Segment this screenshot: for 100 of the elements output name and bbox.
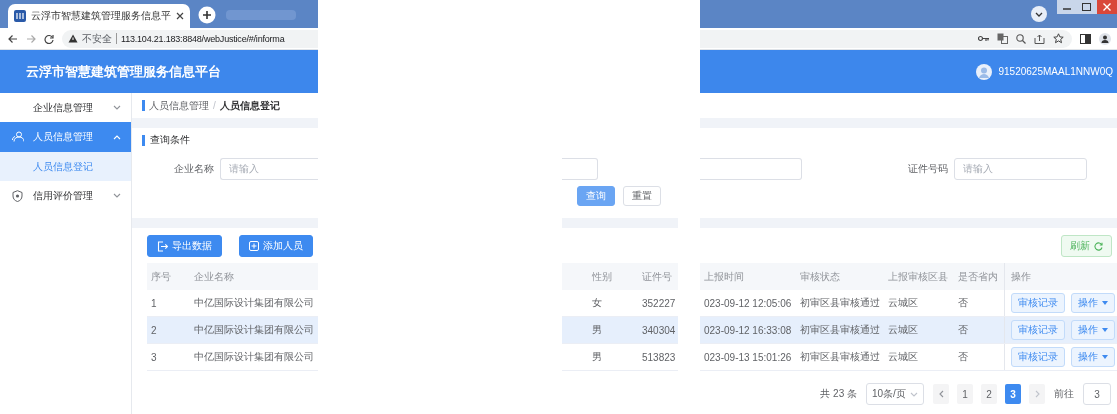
sidebar-item[interactable]: 企业信息管理 bbox=[0, 93, 131, 122]
zoom-icon[interactable] bbox=[1016, 33, 1026, 44]
table-cell-text: 初审区县审核通过 bbox=[799, 350, 881, 364]
audit-record-button[interactable]: 审核记录 bbox=[1011, 320, 1065, 340]
operation-menu-button[interactable]: 操作 bbox=[1071, 320, 1115, 340]
table-cell-text: 023-09-12 16:33:08 bbox=[703, 323, 793, 338]
chevron-down-icon bbox=[113, 105, 121, 110]
audit-record-button[interactable]: 审核记录 bbox=[1011, 293, 1065, 313]
table-cell-text: 中亿国际设计集团有限公司 bbox=[193, 296, 315, 310]
translate-icon[interactable] bbox=[997, 33, 1008, 44]
id-number-input[interactable]: 请输入 bbox=[954, 157, 1087, 180]
shield-icon bbox=[12, 189, 23, 202]
column-header: 性别 bbox=[591, 269, 613, 284]
column-header: 上报时间 bbox=[703, 269, 745, 284]
browser-tab[interactable]: 云浮市智慧建筑管理服务信息平 bbox=[8, 4, 190, 28]
add-button[interactable]: 添加人员 bbox=[239, 235, 313, 257]
tab-search-icon[interactable] bbox=[1031, 6, 1047, 22]
tab-title: 云浮市智慧建筑管理服务信息平 bbox=[31, 9, 171, 23]
caret-down-icon bbox=[1102, 328, 1108, 332]
sidebar-item[interactable]: 人员信息管理 bbox=[0, 122, 131, 152]
reload-icon[interactable] bbox=[44, 33, 54, 44]
table-cell-text: 云城区 bbox=[887, 296, 919, 310]
breadcrumb-item: 人员信息登记 bbox=[219, 98, 280, 113]
table-row[interactable]: 男 340304 bbox=[562, 317, 678, 344]
goto-label: 前往 bbox=[1054, 387, 1074, 401]
star-icon[interactable] bbox=[1053, 33, 1064, 44]
profile-icon[interactable] bbox=[1099, 32, 1111, 45]
page-size-select[interactable]: 10条/页 bbox=[866, 383, 924, 405]
window-controls-drawing[interactable] bbox=[1057, 0, 1117, 14]
table-cell-text: 云城区 bbox=[887, 350, 919, 364]
security-label: 不安全 bbox=[82, 31, 112, 46]
page-button[interactable]: 1 bbox=[957, 384, 973, 404]
table-cell-text: 1 bbox=[150, 296, 158, 311]
side-panel-icon[interactable] bbox=[1080, 33, 1091, 44]
table-cell-text: 023-09-13 15:01:26 bbox=[703, 350, 793, 365]
total-count: 共 23 条 bbox=[820, 387, 857, 401]
chevron-left-icon bbox=[938, 390, 944, 398]
field-label: 证件号码 bbox=[908, 161, 948, 176]
breadcrumb-separator: / bbox=[213, 100, 216, 111]
sidebar-subitem[interactable]: 人员信息登记 bbox=[0, 152, 131, 181]
section-title: 查询条件 bbox=[150, 133, 190, 147]
table-cell-text: 中亿国际设计集团有限公司 bbox=[193, 323, 315, 337]
avatar-icon bbox=[976, 63, 993, 80]
table-row[interactable]: 023-09-12 12:05:06 初审区县审核通过 云城区 否 审核记录 操作 bbox=[700, 290, 1117, 317]
column-header: 审核状态 bbox=[799, 269, 841, 284]
column-header: 企业名称 bbox=[193, 269, 235, 284]
caret-down-icon bbox=[1102, 355, 1108, 359]
operation-menu-button[interactable]: 操作 bbox=[1071, 293, 1115, 313]
platform-title: 云浮市智慧建筑管理服务信息平台 bbox=[26, 62, 221, 81]
table-cell-text: 2 bbox=[150, 323, 158, 338]
text-input[interactable] bbox=[562, 157, 598, 180]
text-input[interactable] bbox=[700, 157, 802, 180]
field-label: 企业名称 bbox=[174, 161, 214, 176]
breadcrumb-item[interactable]: 人员信息管理 bbox=[149, 98, 209, 113]
column-header: 序号 bbox=[150, 269, 172, 284]
warning-icon bbox=[68, 34, 78, 43]
table-row[interactable]: 023-09-13 15:01:26 初审区县审核通过 云城区 否 审核记录 操作 bbox=[700, 344, 1117, 371]
table-cell-text: 023-09-12 12:05:06 bbox=[703, 296, 793, 311]
key-icon[interactable] bbox=[978, 35, 989, 42]
share-icon[interactable] bbox=[1034, 33, 1045, 44]
operation-menu-button[interactable]: 操作 bbox=[1071, 347, 1115, 367]
new-tab-icon[interactable] bbox=[198, 6, 216, 24]
chevron-right-icon bbox=[1034, 390, 1040, 398]
people-icon bbox=[12, 131, 24, 142]
table-cell-text: 初审区县审核通过 bbox=[799, 323, 881, 337]
table-cell-text: 否 bbox=[957, 350, 969, 364]
export-button[interactable]: 导出数据 bbox=[147, 235, 222, 257]
table-cell-text: 352227 bbox=[641, 296, 677, 311]
reset-button[interactable]: 重置 bbox=[623, 186, 661, 206]
table-cell-text: 513823 bbox=[641, 350, 677, 365]
export-icon bbox=[157, 240, 168, 252]
table-cell-text: 男 bbox=[591, 323, 603, 337]
back-icon[interactable] bbox=[8, 33, 18, 44]
sidebar-item[interactable]: 信用评价管理 bbox=[0, 181, 131, 210]
page-button[interactable]: 2 bbox=[981, 384, 997, 404]
table-row[interactable]: 2 中亿国际设计集团有限公司 bbox=[147, 317, 318, 344]
table-cell-text: 男 bbox=[591, 350, 603, 364]
caret-down-icon bbox=[1102, 301, 1108, 305]
column-header: 是否省内 bbox=[957, 269, 999, 284]
company-name-input[interactable]: 请输入 bbox=[220, 157, 318, 180]
refresh-icon bbox=[1094, 241, 1103, 251]
audit-record-button[interactable]: 审核记录 bbox=[1011, 347, 1065, 367]
table-cell-text: 否 bbox=[957, 296, 969, 310]
table-row[interactable]: 023-09-12 16:33:08 初审区县审核通过 云城区 否 审核记录 操作 bbox=[700, 317, 1117, 344]
table-cell-text: 云城区 bbox=[887, 323, 919, 337]
column-header: 证件号 bbox=[641, 269, 673, 284]
chevron-up-icon bbox=[113, 134, 121, 140]
page-number-input[interactable]: 3 bbox=[1083, 383, 1111, 405]
chevron-down-icon bbox=[910, 391, 918, 397]
site-favicon-icon bbox=[14, 10, 26, 22]
close-icon[interactable] bbox=[176, 12, 184, 20]
table-cell-text: 3 bbox=[150, 350, 158, 365]
page-button[interactable]: 3 bbox=[1005, 384, 1021, 404]
table-cell-text: 中亿国际设计集团有限公司 bbox=[193, 350, 315, 364]
address-bar[interactable]: 不安全 113.104.21.183:8848/webJustice/#/informa bbox=[62, 29, 318, 48]
table-cell-text: 女 bbox=[591, 296, 603, 310]
plus-square-icon bbox=[249, 241, 259, 251]
column-header: 上报审核区县 bbox=[887, 269, 949, 284]
table-cell-text: 340304 bbox=[641, 323, 677, 338]
url-text: 113.104.21.183:8848/webJustice/#/informa bbox=[121, 33, 285, 44]
